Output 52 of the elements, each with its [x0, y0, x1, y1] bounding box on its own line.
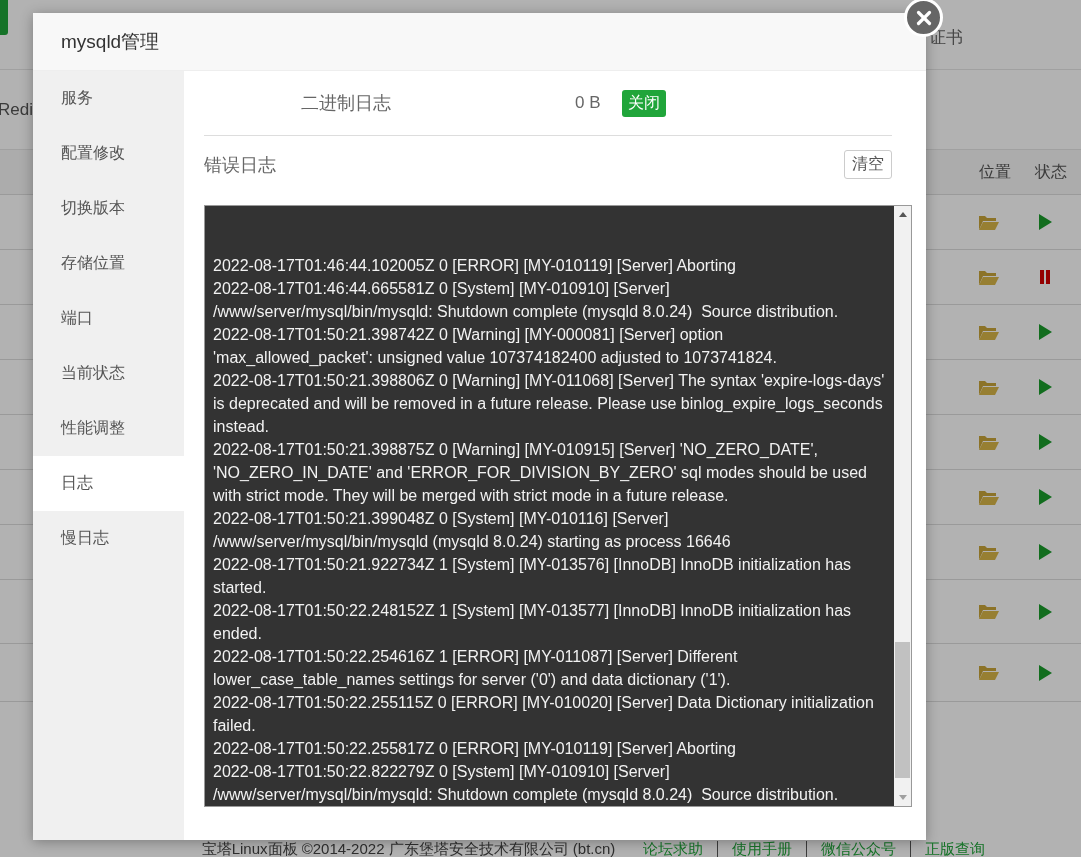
log-entry: 2022-08-17T01:50:22.255817Z 0 [ERROR] [MY-010119] [Server] Aborting — [213, 739, 737, 759]
log-entry: 2022-08-17T01:50:22.822279Z 0 [System] [MY-010910] [Server] /www/server/mysql/bin/mysqld: Shutdown complete (mysqld 8.0.24) Source distribution. — [213, 762, 840, 805]
folder-icon[interactable] — [978, 488, 1000, 506]
log-entry: 2022-08-17T01:50:22.248152Z 1 [System] [MY-013577] [InnoDB] InnoDB initialization has ended. — [213, 601, 853, 644]
play-icon[interactable] — [1038, 489, 1052, 505]
sidebar-item[interactable]: 切换版本 — [33, 181, 184, 236]
scroll-down-icon[interactable] — [898, 795, 907, 800]
binary-log-size: 0 B — [575, 93, 602, 113]
clear-button[interactable]: 清空 — [844, 150, 892, 179]
log-entry: 2022-08-17T01:50:21.922734Z 1 [System] [MY-013576] [InnoDB] InnoDB initialization has started. — [213, 555, 853, 598]
play-icon[interactable] — [1038, 214, 1052, 230]
scroll-up-icon[interactable] — [898, 212, 907, 217]
sidebar-item[interactable]: 服务 — [33, 71, 184, 126]
folder-icon[interactable] — [978, 664, 1000, 681]
sidebar-item[interactable]: 端口 — [33, 291, 184, 346]
log-entry: 2022-08-17T01:50:21.399048Z 0 [System] [MY-010116] [Server] /www/server/mysql/bin/mysqld (mysqld 8.0.24) starting as process 16646 — [213, 509, 732, 552]
sidebar-item[interactable]: 性能调整 — [33, 401, 184, 456]
sidebar-item[interactable]: 存储位置 — [33, 236, 184, 291]
log-entry: 2022-08-17T01:50:22.254616Z 1 [ERROR] [MY-011087] [Server] Different lower_case_table_names settings for server ('0') and data dictionary ('1'). — [213, 647, 739, 690]
sidebar-item[interactable]: 当前状态 — [33, 346, 184, 401]
error-log-label: 错误日志 — [204, 153, 276, 177]
play-icon[interactable] — [1038, 324, 1052, 340]
log-entry: 2022-08-17T01:46:44.102005Z 0 [ERROR] [MY-010119] [Server] Aborting — [213, 256, 737, 276]
log-entry: 2022-08-17T01:46:44.665581Z 0 [System] [MY-010910] [Server] /www/server/mysql/bin/mysqld: Shutdown complete (mysqld 8.0.24) Source distribution. — [213, 279, 840, 322]
sidebar-item[interactable]: 日志 — [33, 456, 184, 511]
log-entry: 2022-08-17T01:50:21.398875Z 0 [Warning] [MY-010915] [Server] 'NO_ZERO_DATE', 'NO_ZERO_IN_DATE' and 'ERROR_FOR_DIVISION_BY_ZERO' sql modes should be used with strict mode. They will be merged with strict mode in a future release. — [213, 440, 868, 506]
binary-log-label: 二进制日志 — [301, 92, 392, 115]
play-icon[interactable] — [1038, 664, 1052, 681]
column-header: 位置 — [979, 161, 1011, 182]
folder-icon[interactable] — [978, 268, 1000, 286]
scrollbar[interactable] — [894, 206, 911, 806]
sidebar-item[interactable]: 配置修改 — [33, 126, 184, 181]
folder-icon[interactable] — [978, 603, 1000, 620]
tab-label[interactable]: Redi — [0, 99, 33, 120]
play-icon[interactable] — [1038, 434, 1052, 450]
copyright-text: 宝塔Linux面板 ©2014-2022 广东堡塔安全技术有限公司 (bt.cn) — [201, 841, 616, 857]
folder-icon[interactable] — [978, 433, 1000, 451]
column-header: 状态 — [1035, 161, 1067, 182]
log-entry: 2022-08-17T01:50:22.255115Z 0 [ERROR] [MY-010020] [Server] Data Dictionary initialization failed. — [213, 693, 875, 736]
folder-icon[interactable] — [978, 378, 1000, 396]
log-entry: 2022-08-17T01:50:21.398806Z 0 [Warning] [MY-011068] [Server] The syntax 'expire-logs-days' is deprecated and will be removed in a future release. Please use binlog_expire_logs_seconds instead. — [213, 371, 886, 437]
folder-icon[interactable] — [978, 543, 1000, 561]
folder-icon[interactable] — [978, 213, 1000, 231]
dialog-title: mysqld管理 — [61, 29, 160, 54]
play-icon[interactable] — [1038, 603, 1052, 620]
sidebar-item[interactable]: 慢日志 — [33, 511, 184, 566]
scroll-thumb[interactable] — [895, 642, 910, 778]
play-icon[interactable] — [1038, 544, 1052, 560]
play-icon[interactable] — [1038, 379, 1052, 395]
log-entry: 2022-08-17T01:50:21.398742Z 0 [Warning] [MY-000081] [Server] option 'max_allowed_packet': unsigned value 107374182400 adjusted to 1073741824. — [213, 325, 778, 368]
pause-icon[interactable] — [1040, 270, 1050, 284]
folder-icon[interactable] — [978, 323, 1000, 341]
